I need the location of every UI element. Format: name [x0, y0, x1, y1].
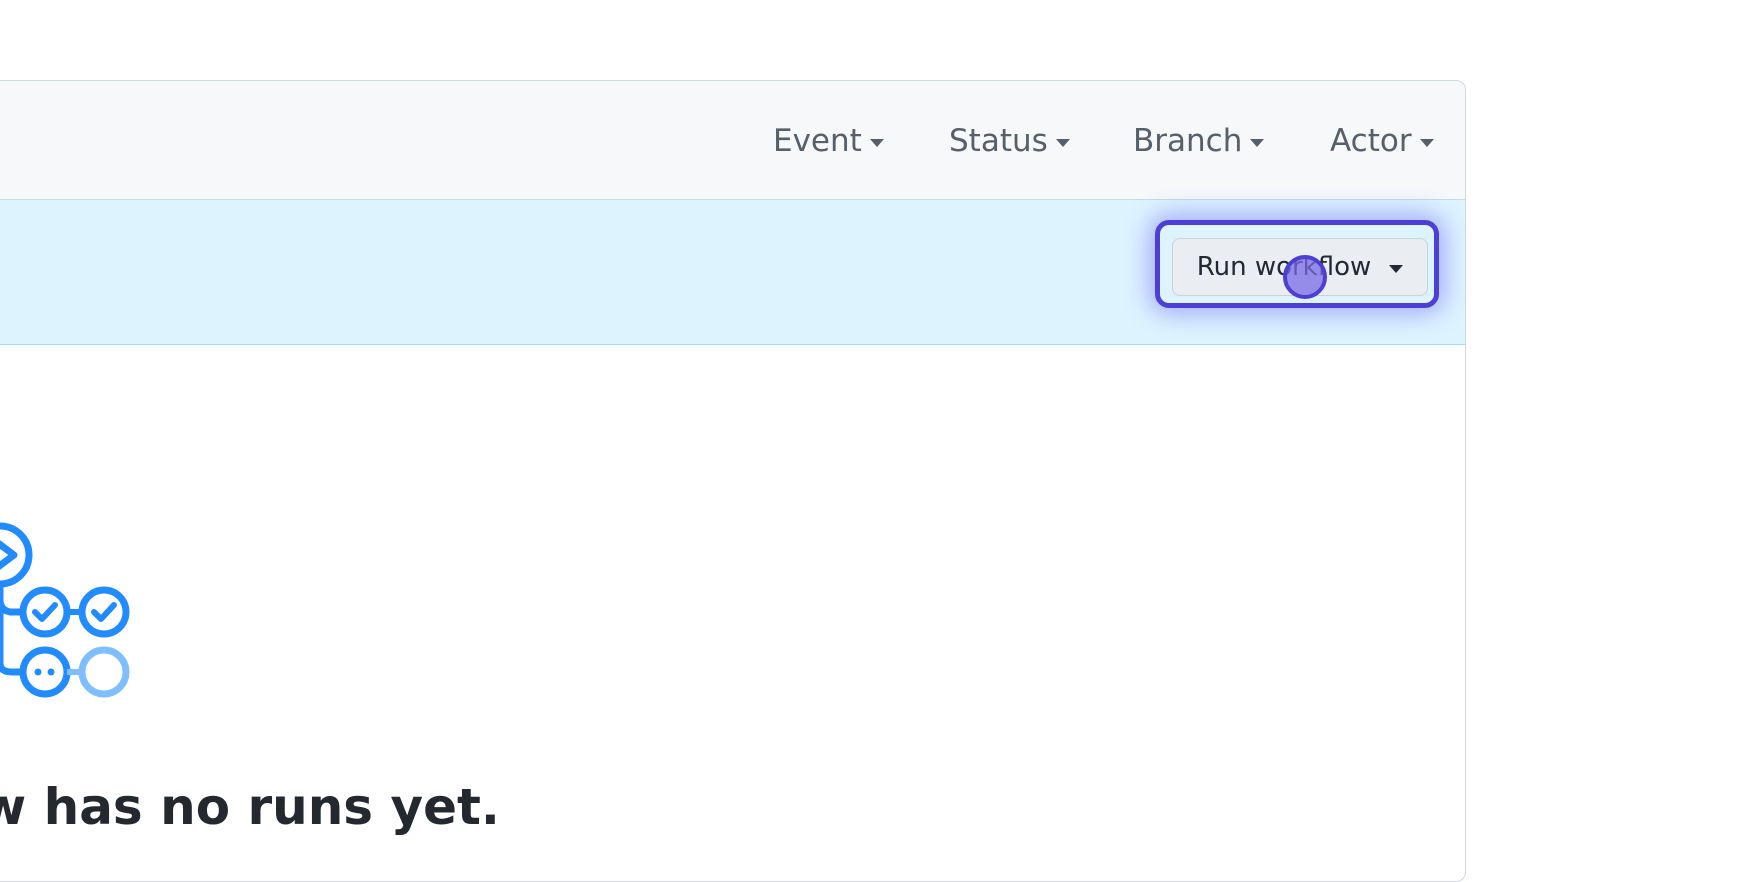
filter-branch[interactable]: Branch	[1133, 121, 1265, 161]
chevron-down-icon	[1055, 139, 1070, 147]
filter-status-label: Status	[949, 123, 1048, 159]
filter-bar: Event Status Branch Actor	[0, 81, 1465, 200]
filter-event[interactable]: Event	[773, 121, 884, 161]
chevron-down-icon	[1389, 265, 1404, 273]
filter-event-label: Event	[773, 123, 862, 159]
cursor-indicator	[1283, 255, 1327, 299]
filter-branch-label: Branch	[1133, 123, 1243, 159]
filter-actor-label: Actor	[1330, 123, 1412, 159]
filter-actor[interactable]: Actor	[1330, 121, 1434, 161]
workflow-dispatch-banner: Run workflow	[0, 200, 1465, 345]
workflow-runs-panel: Event Status Branch Actor Run workflow	[0, 80, 1466, 882]
workflow-graph-icon	[0, 522, 130, 698]
chevron-down-icon	[1419, 139, 1434, 147]
empty-state-title: w has no runs yet.	[0, 778, 500, 836]
filter-status[interactable]: Status	[949, 121, 1070, 161]
chevron-down-icon	[869, 139, 884, 147]
chevron-down-icon	[1250, 139, 1265, 147]
